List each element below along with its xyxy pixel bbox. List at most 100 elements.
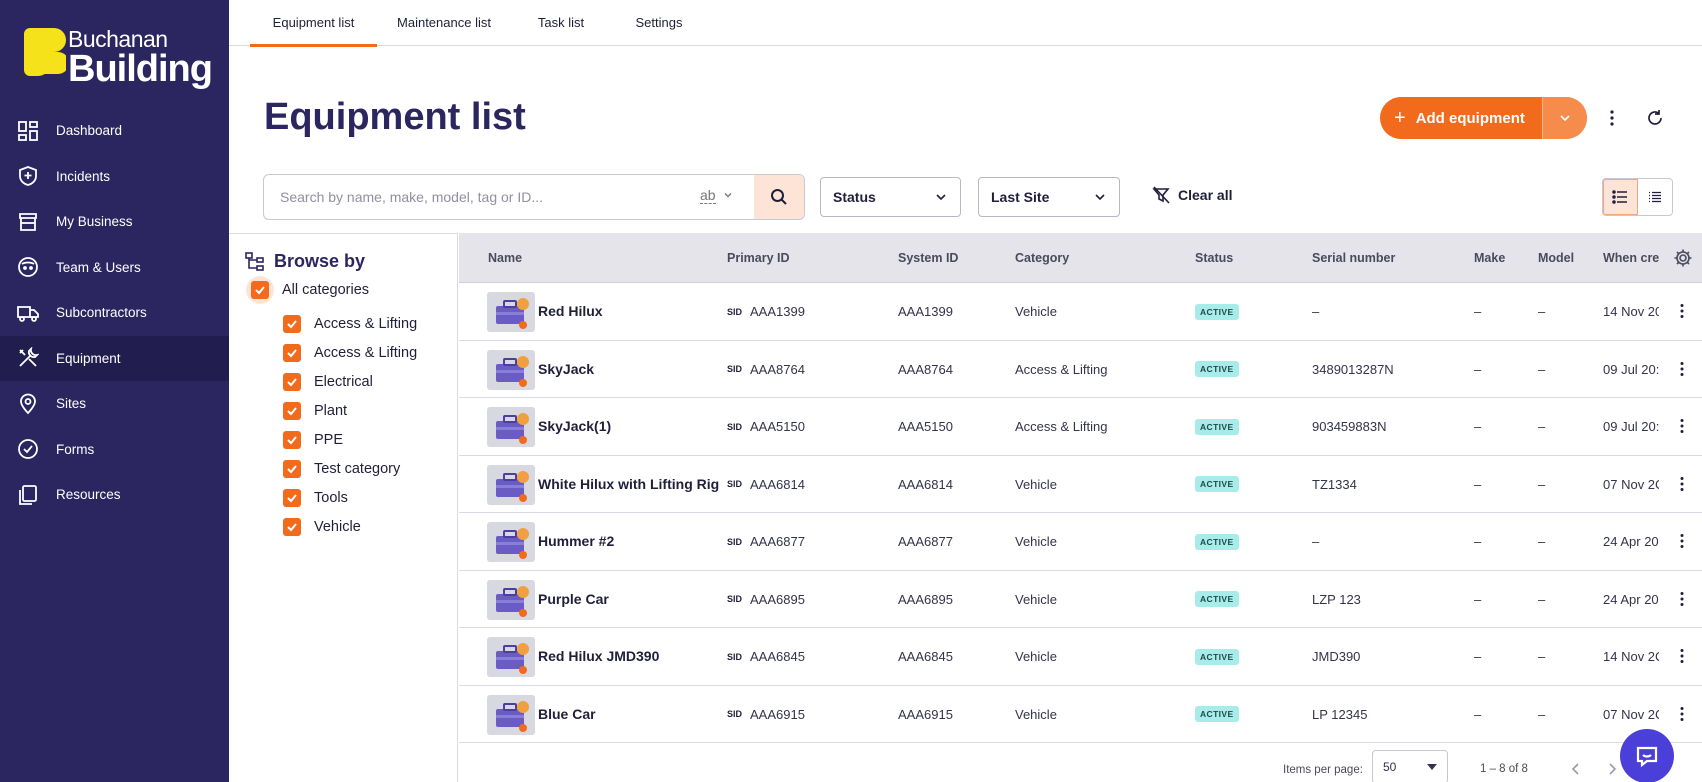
compact-view-button[interactable]	[1638, 179, 1672, 215]
make-cell: –	[1474, 571, 1481, 628]
sidebar-item-subcontractors[interactable]: Subcontractors	[0, 290, 229, 336]
when-created-value: 09 Jul 20:	[1603, 361, 1659, 377]
row-actions-button[interactable]	[1670, 529, 1694, 553]
table-row[interactable]: SkyJack SID AAA8764 AAA8764 Access & Lifting…	[459, 340, 1702, 398]
more-vertical-icon	[1680, 304, 1684, 318]
clear-all-button[interactable]: Clear all	[1152, 186, 1232, 204]
search-input[interactable]	[280, 177, 680, 217]
last-site-filter-label: Last Site	[991, 189, 1050, 205]
category-checkbox[interactable]: Access & Lifting	[283, 315, 417, 333]
last-site-filter-select[interactable]: Last Site	[978, 177, 1120, 217]
equipment-name[interactable]: Red Hilux JMD390	[538, 647, 659, 666]
serial-number-cell: TZ1334	[1312, 456, 1357, 513]
sid-tag: SID	[727, 594, 743, 604]
items-per-page-select[interactable]: 50	[1372, 750, 1448, 782]
model-value: –	[1538, 419, 1546, 434]
list-view-button[interactable]	[1603, 179, 1638, 215]
more-options-button[interactable]	[1598, 104, 1626, 132]
column-header-name[interactable]: Name	[488, 233, 522, 283]
category-checkbox[interactable]: Tools	[283, 489, 348, 507]
row-actions-button[interactable]	[1670, 644, 1694, 668]
tab-maintenance-list[interactable]: Maintenance list	[377, 0, 511, 46]
status-badge: ACTIVE	[1195, 533, 1239, 550]
status-filter-select[interactable]: Status	[820, 177, 961, 217]
search-mode-toggle[interactable]: ab	[700, 187, 733, 204]
equipment-name[interactable]: Blue Car	[538, 705, 596, 724]
equipment-name[interactable]: SkyJack	[538, 360, 594, 379]
column-header-make[interactable]: Make	[1474, 233, 1505, 283]
sidebar-item-forms[interactable]: Forms	[0, 427, 229, 473]
serial-number-cell: JMD390	[1312, 628, 1360, 685]
row-actions-button[interactable]	[1670, 414, 1694, 438]
equipment-name[interactable]: White Hilux with Lifting Rig	[538, 475, 719, 494]
table-row[interactable]: Red Hilux JMD390 SID AAA6845 AAA6845 Vehicle…	[459, 628, 1702, 686]
table-row[interactable]: Blue Car SID AAA6915 AAA6915 Vehicle ACTIVE LP…	[459, 685, 1702, 743]
help-chat-button[interactable]	[1620, 729, 1674, 782]
sidebar-item-equipment[interactable]: Equipment	[0, 335, 229, 381]
pagination-range: 1 – 8 of 8	[1480, 763, 1528, 775]
brand-logo[interactable]: Buchanan Building	[24, 24, 214, 90]
equipment-name[interactable]: SkyJack(1)	[538, 417, 611, 436]
filter-off-icon	[1152, 186, 1170, 204]
category-checkbox[interactable]: PPE	[283, 431, 343, 449]
serial-number-value: JMD390	[1312, 649, 1361, 664]
column-header-primary-id[interactable]: Primary ID	[727, 233, 790, 283]
sidebar-item-team-users[interactable]: Team & Users	[0, 245, 229, 291]
row-actions-button[interactable]	[1670, 357, 1694, 381]
category-checkbox[interactable]: Plant	[283, 402, 347, 420]
previous-page-button[interactable]	[1562, 755, 1590, 782]
status-cell: ACTIVE	[1195, 398, 1239, 455]
sidebar-item-incidents[interactable]: Incidents	[0, 154, 229, 200]
make-cell: –	[1474, 686, 1481, 743]
column-settings-button[interactable]	[1669, 244, 1697, 272]
category-cell: Access & Lifting	[1015, 341, 1108, 398]
sidebar-item-dashboard[interactable]: Dashboard	[0, 108, 229, 154]
gear-icon	[1674, 249, 1692, 267]
column-header-model[interactable]: Model	[1538, 233, 1574, 283]
tab-task-list[interactable]: Task list	[511, 0, 611, 46]
all-categories-checkbox[interactable]: All categories	[246, 276, 369, 304]
tab-equipment-list[interactable]: Equipment list	[250, 0, 377, 47]
brand-line2: Building	[68, 48, 213, 90]
category-checkbox[interactable]: Access & Lifting	[283, 344, 417, 362]
category-checkbox[interactable]: Test category	[283, 460, 400, 478]
equipment-name[interactable]: Purple Car	[538, 590, 609, 609]
sidebar-nav: Dashboard Incidents My Business Team & U…	[0, 108, 229, 518]
row-actions-button[interactable]	[1670, 587, 1694, 611]
make-value: –	[1474, 304, 1482, 319]
table-row[interactable]: White Hilux with Lifting Rig SID AAA6814 AA…	[459, 455, 1702, 513]
table-row[interactable]: Hummer #2 SID AAA6877 AAA6877 Vehicle ACTIVE –…	[459, 513, 1702, 571]
table-row[interactable]: Red Hilux SID AAA1399 AAA1399 Vehicle ACTIVE –…	[459, 283, 1702, 341]
make-cell: –	[1474, 628, 1481, 685]
row-actions-button[interactable]	[1670, 299, 1694, 323]
status-badge: ACTIVE	[1195, 706, 1239, 722]
category-label: Electrical	[314, 374, 373, 390]
column-header-system-id[interactable]: System ID	[898, 233, 958, 283]
table-row[interactable]: Purple Car SID AAA6895 AAA6895 Vehicle ACTIVE…	[459, 570, 1702, 628]
row-actions-button[interactable]	[1670, 472, 1694, 496]
sidebar-item-resources[interactable]: Resources	[0, 472, 229, 518]
row-actions-button[interactable]	[1670, 702, 1694, 726]
status-cell: ACTIVE	[1195, 571, 1239, 628]
sidebar-item-my-business[interactable]: My Business	[0, 199, 229, 245]
search-button[interactable]	[754, 175, 804, 219]
primary-id-cell: SID AAA6877	[727, 513, 805, 570]
sidebar-item-sites[interactable]: Sites	[0, 381, 229, 427]
hierarchy-icon	[245, 251, 264, 271]
add-equipment-button[interactable]: + Add equipment	[1380, 97, 1543, 139]
serial-number-value: –	[1312, 304, 1320, 319]
column-header-when-created[interactable]: When cre	[1603, 233, 1661, 283]
refresh-button[interactable]	[1641, 104, 1669, 132]
tab-settings[interactable]: Settings	[611, 0, 707, 46]
add-equipment-dropdown[interactable]	[1543, 97, 1587, 139]
logo-mark-icon	[24, 28, 66, 76]
column-header-status[interactable]: Status	[1195, 233, 1233, 283]
equipment-name[interactable]: Hummer #2	[538, 532, 614, 551]
category-checkbox[interactable]: Electrical	[283, 373, 373, 391]
category-checkbox[interactable]: Vehicle	[283, 518, 361, 536]
column-header-serial-number[interactable]: Serial number	[1312, 233, 1395, 283]
equipment-name[interactable]: Red Hilux	[538, 302, 603, 321]
column-header-category[interactable]: Category	[1015, 233, 1069, 283]
table-row[interactable]: SkyJack(1) SID AAA5150 AAA5150 Access & Lift…	[459, 398, 1702, 456]
browse-header: Browse by	[245, 251, 365, 272]
